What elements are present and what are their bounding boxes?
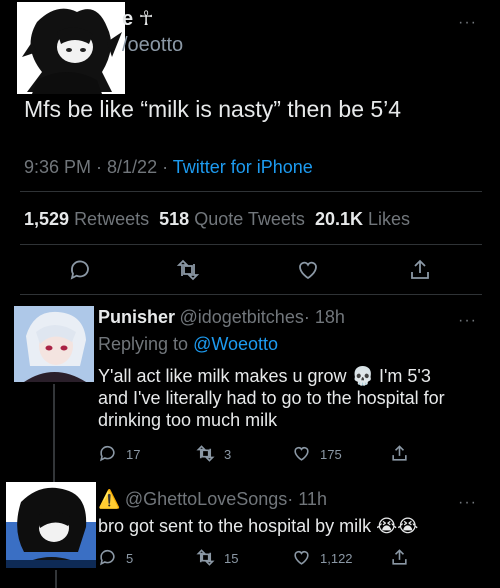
divider xyxy=(20,244,482,245)
reply-text-part: I'm 5'3 xyxy=(373,366,431,386)
reply-actions: 5 15 1,122 xyxy=(98,548,418,568)
likes-label: Likes xyxy=(368,209,411,229)
author-display-name[interactable]: e ☥ xyxy=(122,6,154,31)
reply-handle[interactable]: @GhettoLoveSongs xyxy=(125,489,287,509)
comment-icon[interactable] xyxy=(98,444,117,463)
retweet-icon[interactable] xyxy=(196,548,215,567)
retweet-count: 3 xyxy=(224,447,232,462)
like-count: 175 xyxy=(320,447,342,462)
author-avatar[interactable] xyxy=(17,2,125,94)
thread-line xyxy=(53,384,55,482)
reply-header: ⚠️ @GhettoLoveSongs· 11h xyxy=(98,489,327,510)
more-options-icon[interactable]: ··· xyxy=(458,494,477,512)
reply-text-line: drinking too much milk xyxy=(98,410,278,430)
reply-text-part: bro got sent to the hospital by milk xyxy=(98,516,377,536)
divider xyxy=(20,191,482,192)
heart-icon[interactable] xyxy=(292,548,311,567)
more-options-icon[interactable]: ··· xyxy=(458,312,477,330)
retweet-icon[interactable] xyxy=(176,258,200,282)
replying-to-prefix: Replying to xyxy=(98,334,194,354)
reply-text: bro got sent to the hospital by milk 😭😭 xyxy=(98,515,478,537)
retweet-icon[interactable] xyxy=(196,444,215,463)
share-icon[interactable] xyxy=(408,258,432,282)
reply-text-line: Y'all act like milk makes u grow 💀 I'm 5… xyxy=(98,365,478,387)
reply-count: 17 xyxy=(126,447,141,462)
likes-stat[interactable]: 20.1K Likes xyxy=(315,209,410,229)
quotes-count: 518 xyxy=(159,209,190,229)
retweet-count: 15 xyxy=(224,551,239,566)
reply-time[interactable]: · 11h xyxy=(287,489,327,509)
crying-emoji: 😭😭 xyxy=(376,516,419,536)
tweet-meta: 9:36 PM · 8/1/22 · Twitter for iPhone xyxy=(24,157,313,178)
tweet-actions xyxy=(0,256,500,284)
skull-emoji: 💀 xyxy=(351,366,374,386)
retweets-label: Retweets xyxy=(74,209,150,229)
comment-icon[interactable] xyxy=(98,548,117,567)
quotes-stat[interactable]: 518 Quote Tweets xyxy=(159,209,305,229)
reply-text: Y'all act like milk makes u grow 💀 I'm 5… xyxy=(98,365,478,431)
reply-header: Punisher @idogetbitches· 18h xyxy=(98,307,345,328)
reply-actions: 17 3 175 xyxy=(98,444,418,464)
share-icon[interactable] xyxy=(390,548,409,567)
tweet-source[interactable]: Twitter for iPhone xyxy=(173,157,313,177)
reply-handle[interactable]: @idogetbitches xyxy=(179,307,303,327)
share-icon[interactable] xyxy=(390,444,409,463)
more-options-icon[interactable]: ··· xyxy=(458,14,477,32)
retweets-count: 1,529 xyxy=(24,209,70,229)
tweet-timestamp[interactable]: 9:36 PM · 8/1/22 · xyxy=(24,157,173,177)
author-handle[interactable]: /oeotto xyxy=(122,34,183,57)
warning-emoji[interactable]: ⚠️ xyxy=(98,489,120,509)
replying-to-handle[interactable]: @Woeotto xyxy=(193,334,278,354)
heart-icon[interactable] xyxy=(292,444,311,463)
retweets-stat[interactable]: 1,529 Retweets xyxy=(24,209,149,229)
divider xyxy=(20,294,482,295)
replying-to: Replying to @Woeotto xyxy=(98,334,278,355)
reply-avatar[interactable] xyxy=(6,482,96,568)
reply-display-name[interactable]: Punisher xyxy=(98,307,175,327)
thread-line xyxy=(55,570,57,588)
comment-icon[interactable] xyxy=(68,258,92,282)
reply-count: 5 xyxy=(126,551,134,566)
heart-icon[interactable] xyxy=(296,258,320,282)
tweet-stats: 1,529 Retweets 518 Quote Tweets 20.1K Li… xyxy=(24,209,410,230)
reply-time[interactable]: · 18h xyxy=(304,307,345,327)
tweet-text: Mfs be like “milk is nasty” then be 5’4 xyxy=(24,96,402,122)
reply-text-part: Y'all act like milk makes u grow xyxy=(98,366,352,386)
quotes-label: Quote Tweets xyxy=(194,209,305,229)
likes-count: 20.1K xyxy=(314,209,363,229)
like-count: 1,122 xyxy=(320,551,353,566)
reply-text-line: and I've literally had to go to the hosp… xyxy=(98,388,445,408)
reply-avatar[interactable] xyxy=(14,306,94,382)
